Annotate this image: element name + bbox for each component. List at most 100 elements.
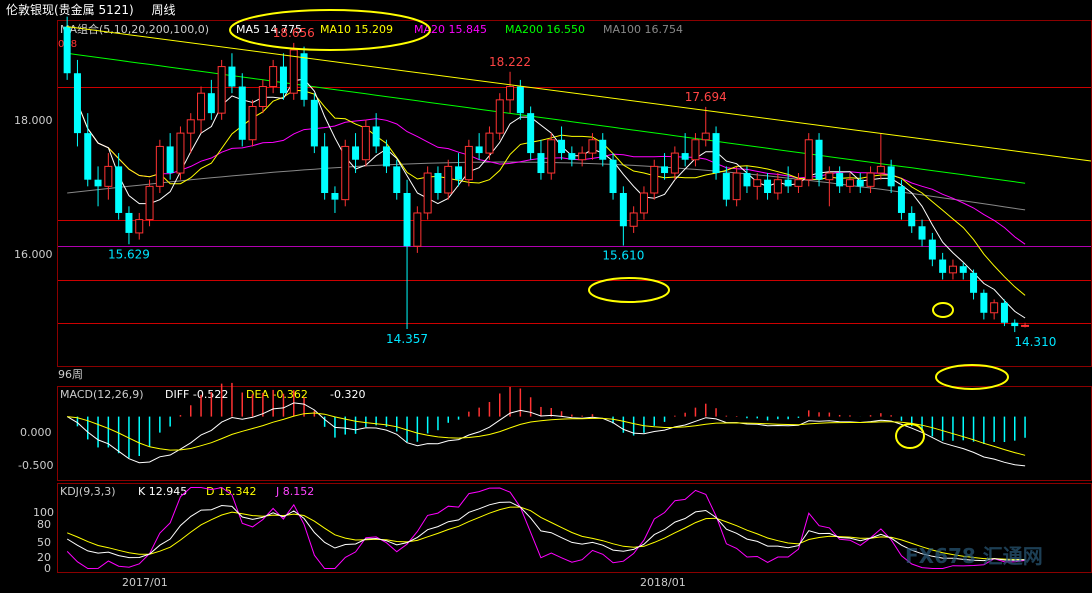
candle-39: [464, 139, 473, 187]
candle-body-8: [145, 185, 154, 221]
candle-body-48: [558, 139, 566, 154]
candle-11: [176, 126, 185, 180]
candle-body-60: [681, 153, 689, 160]
candle-body-35: [423, 172, 432, 214]
x-tick-2017: 2017/01: [122, 576, 168, 589]
candle-body-14: [207, 93, 215, 114]
candle-body-52: [599, 139, 607, 160]
candle-59: [670, 146, 679, 180]
candle-40: [475, 133, 483, 160]
candle-body-24: [310, 99, 318, 147]
ma-legend-item-1: MA10 15.209: [320, 23, 393, 36]
candle-15: [217, 59, 226, 120]
candle-52: [599, 133, 607, 167]
candle-body-28: [352, 146, 360, 160]
candle-55: [629, 206, 638, 233]
candle-53: [609, 153, 617, 200]
candle-body-59: [670, 152, 679, 174]
candle-body-64: [722, 173, 730, 200]
candle-23: [300, 46, 308, 107]
kdj-k: K 12.945: [138, 485, 187, 498]
candle-body-71: [794, 179, 803, 187]
candle-body-45: [527, 113, 535, 154]
candle-body-91: [1000, 302, 1008, 323]
candle-3: [94, 166, 102, 207]
candle-71: [794, 173, 803, 193]
candle-body-89: [980, 292, 988, 313]
candle-body-29: [361, 125, 370, 161]
candle-body-67: [753, 179, 762, 187]
candle-body-41: [485, 132, 494, 154]
macd-label: MACD(12,26,9): [60, 388, 144, 401]
candle-7: [135, 212, 144, 240]
candle-83: [918, 219, 926, 247]
candle-body-36: [434, 173, 442, 193]
candle-body-54: [619, 193, 627, 227]
candle-29: [361, 119, 370, 167]
macd-value: -0.320: [330, 388, 365, 401]
candle-body-73: [815, 139, 823, 180]
candle-body-82: [908, 212, 916, 227]
macd-tick-neg05: -0.500: [18, 459, 53, 472]
candle-body-53: [609, 159, 617, 193]
price-annotations: 18.656 18.222 17.694 15.629 14.357 15.610 14.3…: [108, 26, 1056, 349]
ma20-line: [87, 118, 1026, 245]
ellipse-small: [932, 302, 954, 318]
candle-26: [331, 186, 339, 213]
candle-90: [990, 299, 999, 320]
candle-35: [423, 166, 432, 220]
candle-body-85: [939, 259, 947, 273]
candle-body-61: [691, 139, 700, 161]
candle-body-1: [73, 73, 81, 134]
candle-91: [1000, 299, 1008, 327]
candle-body-62: [701, 132, 710, 141]
candle-body-65: [732, 172, 741, 201]
macd-dea-line: [67, 412, 1026, 456]
candle-86: [948, 259, 957, 280]
candle-body-80: [887, 166, 895, 187]
candle-body-37: [444, 165, 453, 194]
candle-body-81: [897, 186, 905, 213]
candle-4: [104, 153, 113, 200]
candle-32: [393, 159, 401, 200]
candle-body-26: [331, 193, 339, 200]
candle-46: [537, 139, 545, 180]
candle-72: [804, 133, 813, 187]
candle-body-18: [248, 106, 257, 141]
candle-body-39: [464, 145, 473, 181]
candle-body-92: [1011, 322, 1019, 327]
candle-body-50: [578, 152, 587, 161]
annotation-5: 15.610: [602, 249, 644, 263]
kdj-tick-80: 80: [37, 518, 51, 531]
candle-body-9: [155, 145, 164, 187]
candle-21: [279, 53, 287, 100]
candle-5: [115, 153, 123, 220]
candle-47: [547, 133, 556, 180]
chart-stage: 伦敦银现(贵金属 5121) 周线 MA组合(5,10,20,200,100,0…: [0, 0, 1092, 593]
ellipse-low-15610: [588, 277, 670, 303]
price-tick-18: 18.000: [14, 114, 53, 127]
annotation-6: 14.310: [1014, 335, 1056, 349]
candle-89: [980, 289, 988, 320]
candle-body-77: [856, 179, 864, 187]
candle-body-79: [876, 165, 885, 174]
candle-body-30: [372, 126, 380, 147]
kdj-tick-50: 50: [37, 536, 51, 549]
candle-54: [619, 186, 627, 246]
candle-9: [155, 139, 164, 193]
ma-legend-item-2: MA20 15.845: [414, 23, 487, 36]
candle-37: [444, 159, 453, 200]
candle-body-2: [84, 133, 92, 180]
candle-body-49: [568, 153, 576, 160]
candle-24: [310, 93, 318, 154]
kdj-tick-0: 0: [44, 562, 51, 575]
candle-70: [784, 166, 792, 193]
candle-81: [897, 179, 905, 220]
candle-85: [939, 252, 947, 280]
candle-body-11: [176, 132, 185, 174]
candle-73: [815, 133, 823, 187]
candle-63: [712, 126, 720, 180]
candle-body-0: [63, 26, 71, 74]
candle-14: [207, 79, 215, 120]
candle-body-43: [506, 86, 515, 101]
